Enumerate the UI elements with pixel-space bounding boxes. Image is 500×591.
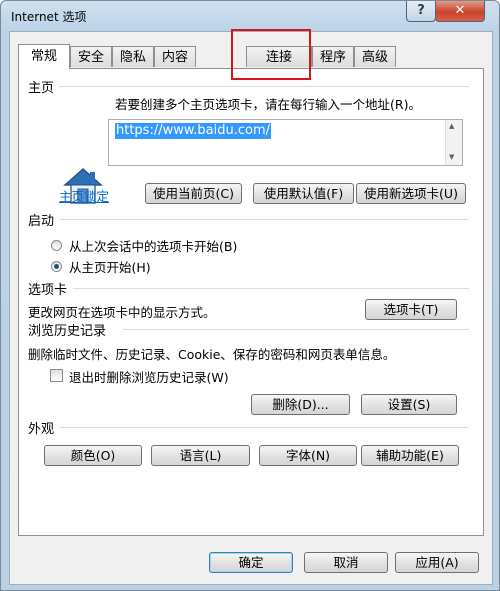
apply-button[interactable]: 应用(A) xyxy=(395,552,479,573)
accessibility-button[interactable]: 辅助功能(E) xyxy=(361,445,459,466)
homepage-divider xyxy=(59,86,469,87)
homepage-description: 若要创建多个主页选项卡，请在每行输入一个地址(R)。 xyxy=(115,97,421,112)
tab-privacy[interactable]: 隐私 xyxy=(112,46,154,67)
delete-history-button[interactable]: 删除(D)... xyxy=(251,394,350,415)
tab-general[interactable]: 常规 xyxy=(18,44,70,69)
scroll-up-icon[interactable]: ▲ xyxy=(449,122,454,130)
history-divider xyxy=(123,329,469,330)
radio-selected-dot xyxy=(54,264,59,269)
connections-tab-highlight xyxy=(231,29,311,80)
close-button[interactable]: ✕ xyxy=(435,1,485,22)
cancel-button[interactable]: 取消 xyxy=(304,552,388,573)
use-current-button[interactable]: 使用当前页(C) xyxy=(145,183,242,204)
internet-options-window: Internet 选项 ? ✕ 常规 安全 隐私 内容 连接 程序 高级 主页 … xyxy=(0,0,500,591)
homepage-scrollbar[interactable]: ▲ ▼ xyxy=(445,120,462,165)
tab-security[interactable]: 安全 xyxy=(70,46,112,67)
tab-advanced[interactable]: 高级 xyxy=(354,46,396,67)
homepage-section-title: 主页 xyxy=(28,81,55,96)
tabs-description: 更改网页在选项卡中的显示方式。 xyxy=(28,305,216,320)
history-section-title: 浏览历史记录 xyxy=(28,324,107,339)
general-tab-page: 主页 若要创建多个主页选项卡，请在每行输入一个地址(R)。 https://ww… xyxy=(18,68,484,536)
help-button[interactable]: ? xyxy=(406,1,436,22)
window-title: Internet 选项 xyxy=(11,10,87,24)
history-description: 删除临时文件、历史记录、Cookie、保存的密码和网页表单信息。 xyxy=(28,347,396,362)
history-settings-button[interactable]: 设置(S) xyxy=(361,394,457,415)
startup-section-title: 启动 xyxy=(28,214,55,229)
title-bar[interactable]: Internet 选项 ? ✕ xyxy=(1,1,499,31)
homepage-url-textarea[interactable]: https://www.baidu.com/ ▲ ▼ xyxy=(108,119,463,166)
startup-divider xyxy=(59,219,469,220)
homepage-url-value: https://www.baidu.com/ xyxy=(115,123,272,139)
fonts-button[interactable]: 字体(N) xyxy=(259,445,357,466)
languages-button[interactable]: 语言(L) xyxy=(151,445,250,466)
startup-homepage-radio[interactable] xyxy=(51,261,62,272)
appearance-section-title: 外观 xyxy=(28,422,55,437)
startup-previous-radio[interactable] xyxy=(51,240,62,251)
startup-previous-label[interactable]: 从上次会话中的选项卡开始(B) xyxy=(69,236,237,255)
delete-on-exit-label[interactable]: 退出时删除浏览历史记录(W) xyxy=(69,367,229,386)
tab-programs[interactable]: 程序 xyxy=(312,46,354,67)
use-new-tab-button[interactable]: 使用新选项卡(U) xyxy=(356,183,466,204)
tab-content[interactable]: 内容 xyxy=(154,46,196,67)
homepage-lock-link[interactable]: 主页锁定 xyxy=(59,186,109,205)
scroll-down-icon[interactable]: ▼ xyxy=(449,153,454,161)
tabs-divider xyxy=(73,288,469,289)
tabs-settings-button[interactable]: 选项卡(T) xyxy=(365,299,457,320)
tabs-section-title: 选项卡 xyxy=(28,283,68,298)
ok-button[interactable]: 确定 xyxy=(209,552,293,573)
colors-button[interactable]: 颜色(O) xyxy=(44,445,142,466)
use-default-button[interactable]: 使用默认值(F) xyxy=(253,183,354,204)
appearance-divider xyxy=(59,427,469,428)
startup-homepage-label[interactable]: 从主页开始(H) xyxy=(69,257,151,276)
delete-on-exit-checkbox[interactable] xyxy=(50,369,63,382)
dialog-body: 常规 安全 隐私 内容 连接 程序 高级 主页 若要创建多个主页选项卡，请在每行… xyxy=(9,31,493,585)
